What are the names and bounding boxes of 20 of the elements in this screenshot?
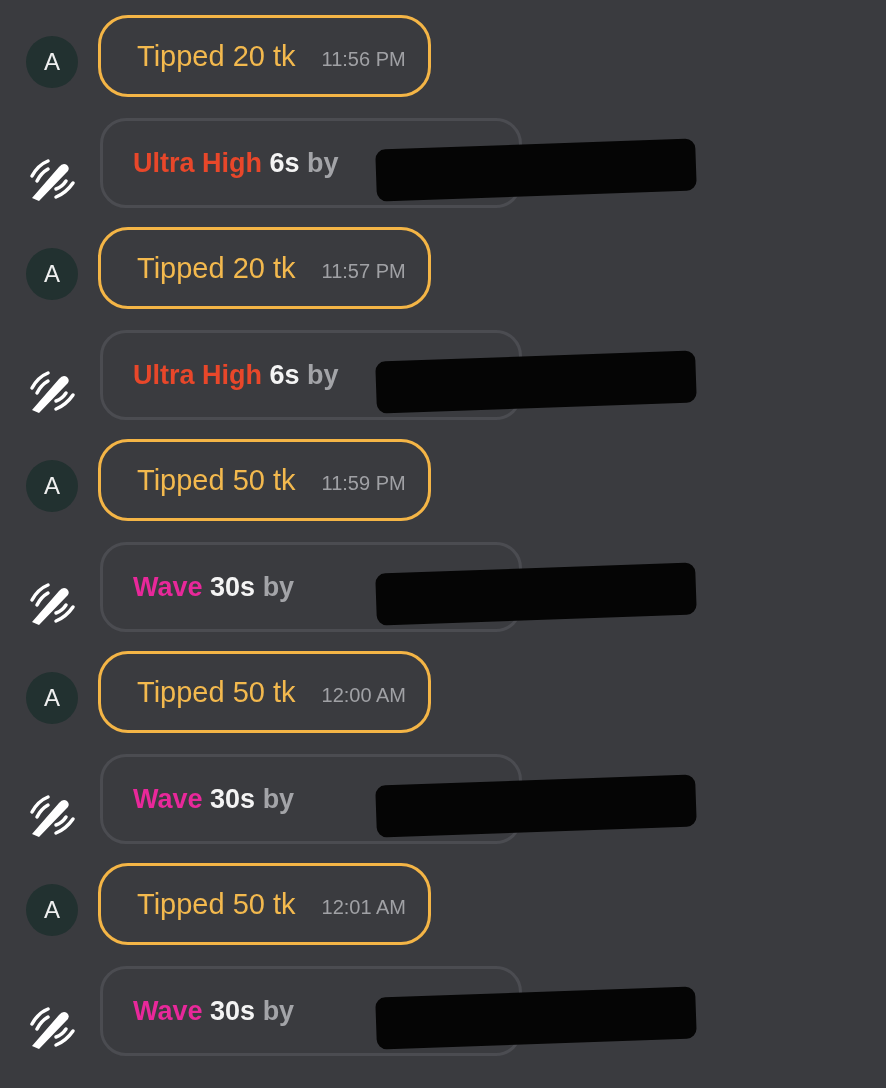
avatar: A bbox=[26, 460, 78, 512]
avatar: A bbox=[26, 36, 78, 88]
tip-text: Tipped 50 tk bbox=[137, 887, 296, 921]
message-time: 12:01 AM bbox=[321, 895, 407, 919]
message-time: 11:56 PM bbox=[321, 47, 406, 71]
vibe-message: Wave 30s by bbox=[133, 571, 295, 603]
vibe-message: Ultra High 6s by bbox=[133, 147, 339, 179]
tip-text: Tipped 20 tk bbox=[137, 39, 296, 73]
avatar: A bbox=[26, 248, 78, 300]
message-time: 11:59 PM bbox=[321, 471, 406, 495]
tip-text: Tipped 20 tk bbox=[137, 251, 296, 285]
message-time: 11:57 PM bbox=[321, 259, 406, 283]
avatar: A bbox=[26, 884, 78, 936]
vibe-message: Wave 30s by bbox=[133, 783, 295, 815]
vibe-message: Ultra High 6s by bbox=[133, 359, 339, 391]
avatar: A bbox=[26, 672, 78, 724]
tip-text: Tipped 50 tk bbox=[137, 675, 296, 709]
tip-text: Tipped 50 tk bbox=[137, 463, 296, 497]
message-time: 12:00 AM bbox=[321, 683, 407, 707]
vibe-message: Wave 30s by bbox=[133, 995, 295, 1027]
